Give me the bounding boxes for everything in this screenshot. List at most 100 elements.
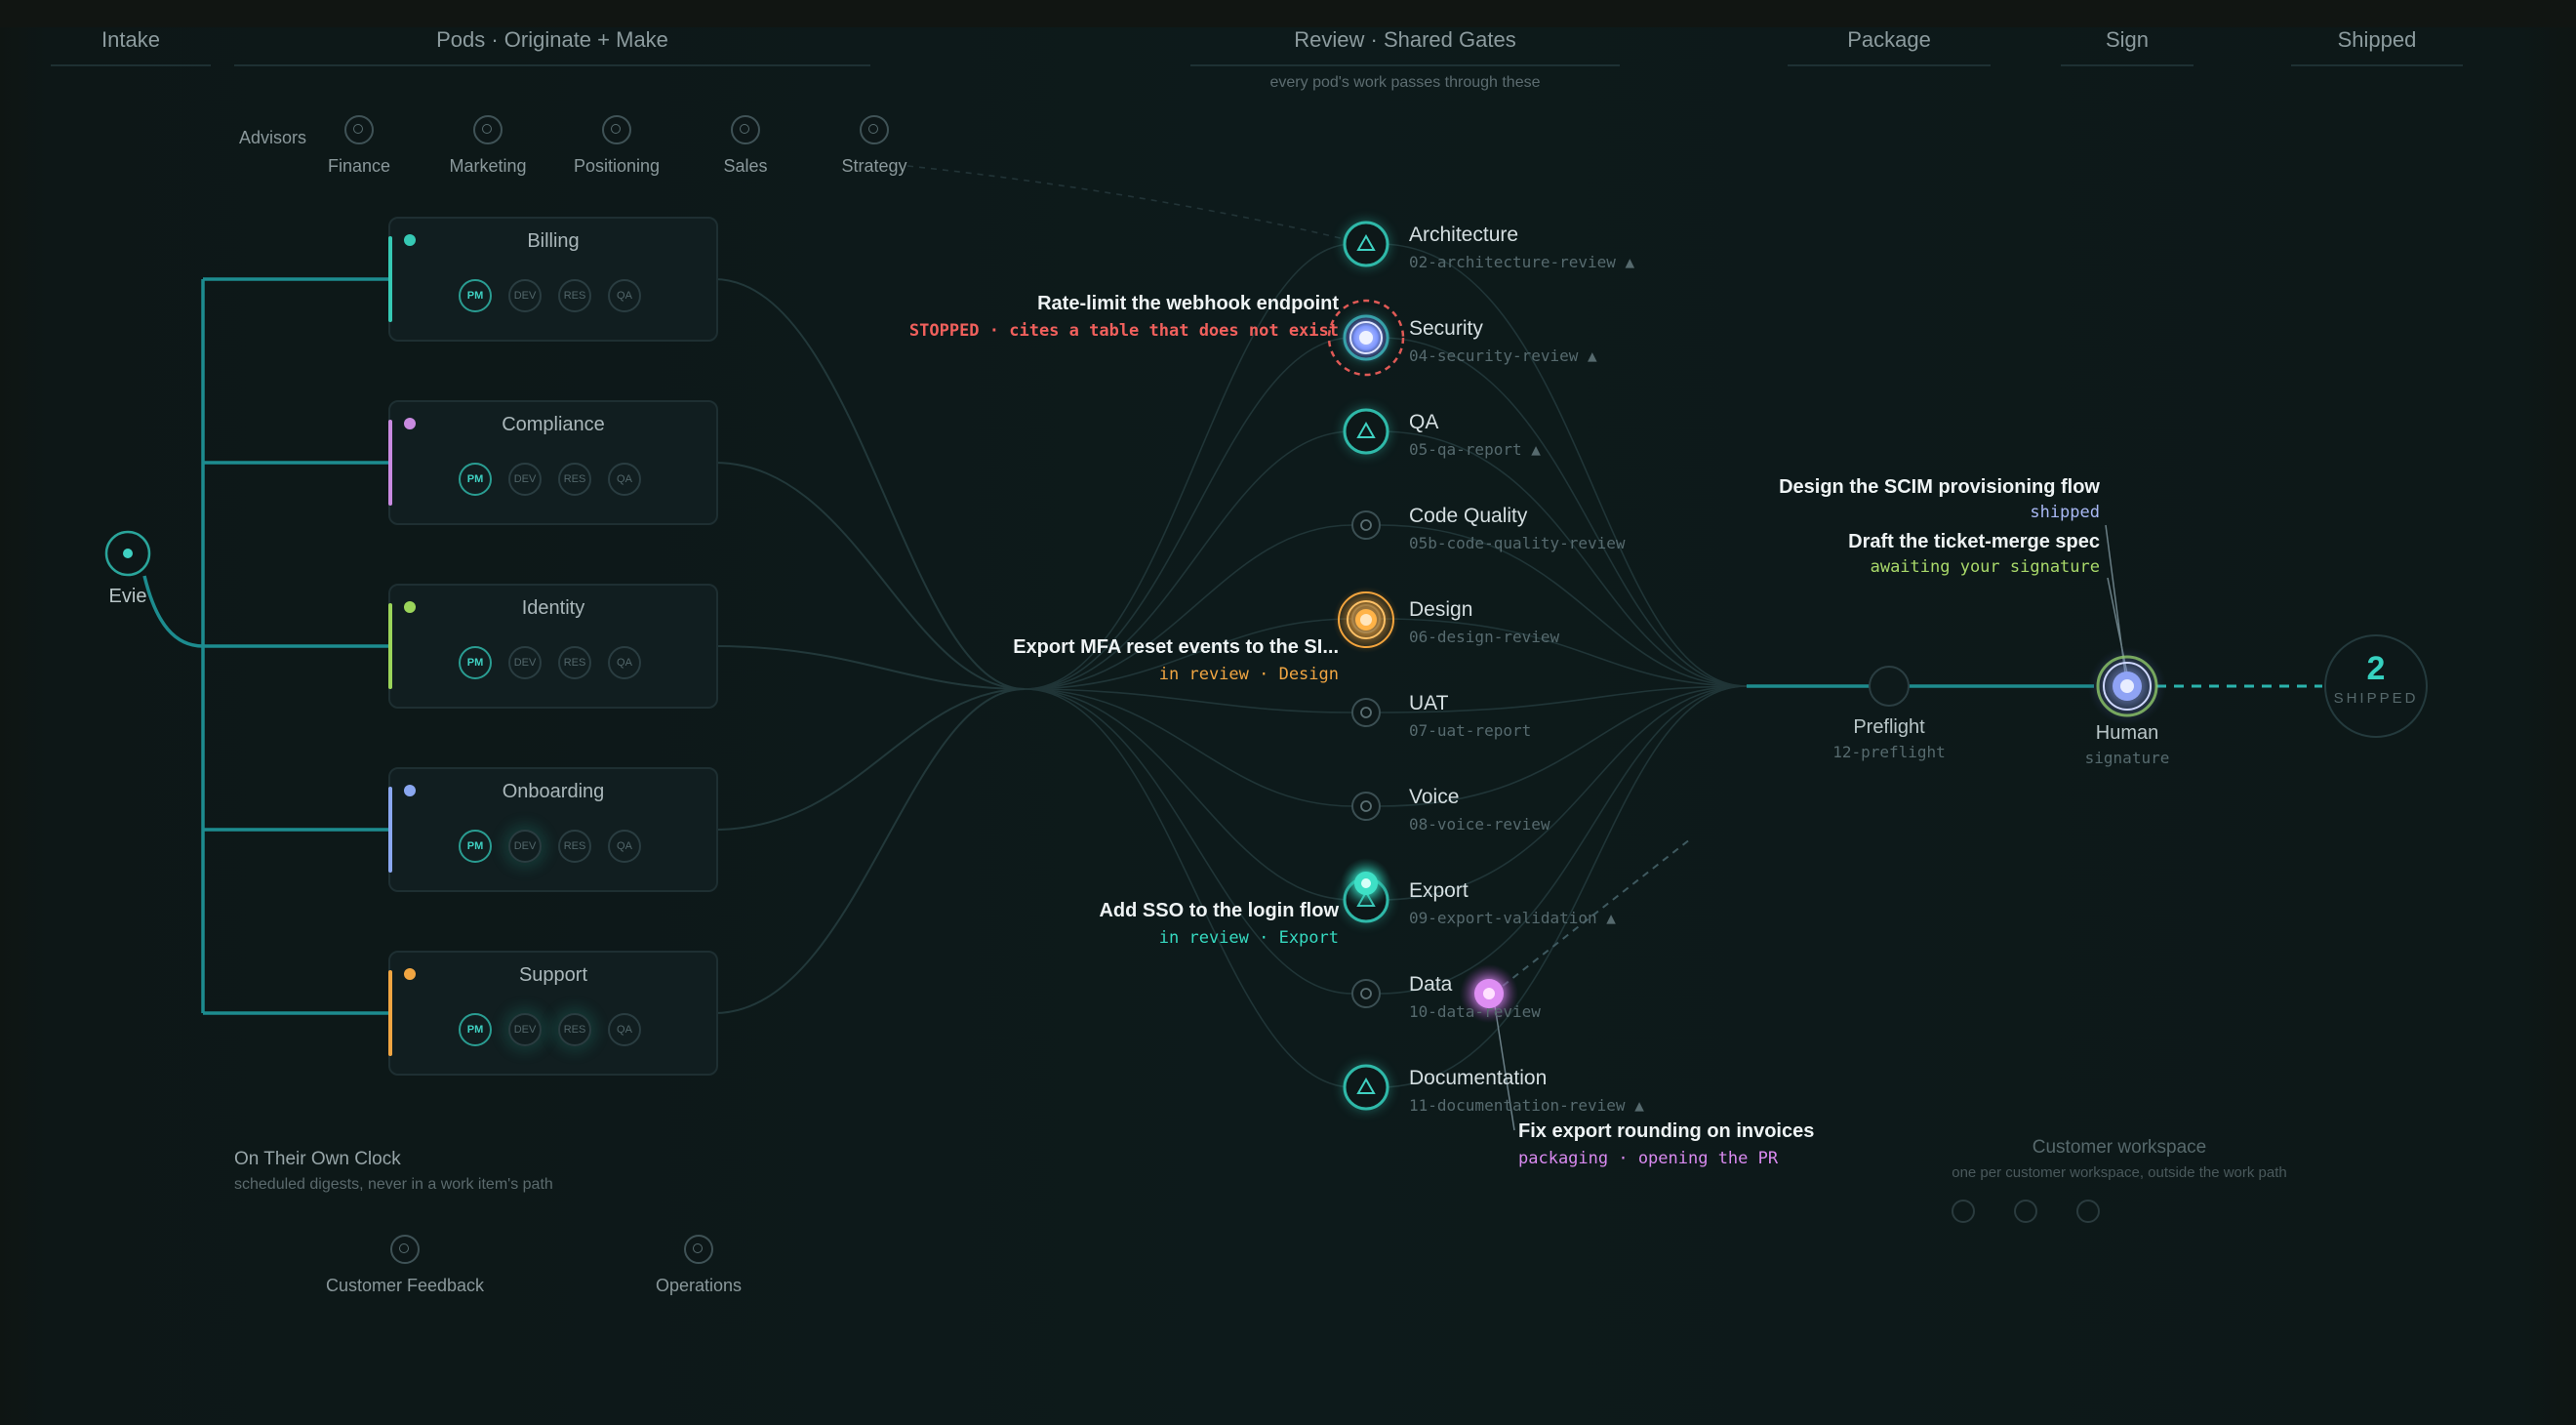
pod-card-compliance[interactable]: Compliance PM DEV RES QA xyxy=(388,400,718,525)
gate-node-data xyxy=(1351,979,1381,1008)
gate-fan-out-wire xyxy=(1379,430,1748,687)
callout-title: Rate-limit the webhook endpoint xyxy=(1037,293,1339,314)
role-qa[interactable]: QA xyxy=(608,1013,641,1046)
role-res[interactable]: RES xyxy=(558,463,591,496)
role-res[interactable]: RES xyxy=(558,1013,591,1046)
callout-status: in review · Design xyxy=(1158,665,1339,684)
callout-status: packaging · opening the PR xyxy=(1518,1149,1779,1168)
gate-node-documentation xyxy=(1343,1064,1389,1111)
advisor-strategy[interactable]: Strategy xyxy=(816,115,933,177)
preflight-label-group: Preflight 12-preflight xyxy=(1832,716,1946,761)
evie-node[interactable] xyxy=(104,530,151,577)
advisor-ring-icon xyxy=(344,115,374,144)
gate-name: Voice xyxy=(1409,786,1460,808)
callout-export-item[interactable]: Add SSO to the login flow in review · Ex… xyxy=(1099,900,1339,948)
advisor-ring-icon xyxy=(731,115,760,144)
role-dev[interactable]: DEV xyxy=(508,1013,542,1046)
human-signature-node[interactable] xyxy=(2088,647,2166,725)
gate-name: Data xyxy=(1409,973,1453,996)
customer-workspace-section: Customer workspace one per customer work… xyxy=(1952,1137,2287,1181)
stage-shipped-title: Shipped xyxy=(2337,27,2417,52)
stage-package-title: Package xyxy=(1847,27,1931,52)
gate-security[interactable]: Security 04-security-review ▲ xyxy=(1409,317,1597,365)
digest-operations[interactable]: Operations xyxy=(601,1235,796,1296)
gate-file: 10-data-review xyxy=(1409,1002,1541,1021)
role-res[interactable]: RES xyxy=(558,830,591,863)
gate-architecture[interactable]: Architecture 02-architecture-review ▲ xyxy=(1409,224,1634,271)
role-pm[interactable]: PM xyxy=(459,830,492,863)
advisor-finance[interactable]: Finance xyxy=(301,115,418,177)
role-dev[interactable]: DEV xyxy=(508,279,542,312)
advisor-marketing[interactable]: Marketing xyxy=(429,115,546,177)
advisor-label: Finance xyxy=(327,156,391,176)
role-qa[interactable]: QA xyxy=(608,463,641,496)
callout-data-item[interactable]: Fix export rounding on invoices packagin… xyxy=(1518,1120,1814,1168)
pod-title: Compliance xyxy=(502,414,605,435)
role-pm[interactable]: PM xyxy=(459,1013,492,1046)
advisor-ring-icon xyxy=(602,115,631,144)
digest-customer-feedback[interactable]: Customer Feedback xyxy=(307,1235,503,1296)
callout-ticket-item[interactable]: Draft the ticket-merge spec awaiting you… xyxy=(1848,531,2100,577)
pod-card-billing[interactable]: Billing PM DEV RES QA xyxy=(388,217,718,342)
gate-file: 05b-code-quality-review xyxy=(1409,534,1626,552)
role-res[interactable]: RES xyxy=(558,279,591,312)
design-orb[interactable] xyxy=(1333,587,1399,653)
advisor-positioning[interactable]: Positioning xyxy=(558,115,675,177)
preflight-node[interactable] xyxy=(1869,666,1910,707)
role-pm[interactable]: PM xyxy=(459,279,492,312)
stage-sign-title: Sign xyxy=(2105,27,2150,52)
workspace-slot-3[interactable] xyxy=(2076,1200,2100,1223)
role-res[interactable]: RES xyxy=(558,646,591,679)
role-dev[interactable]: DEV xyxy=(508,646,542,679)
role-dev[interactable]: DEV xyxy=(508,463,542,496)
gate-voice[interactable]: Voice 08-voice-review xyxy=(1409,786,1550,834)
export-orb[interactable] xyxy=(1341,858,1391,909)
workspace-slot-2[interactable] xyxy=(2014,1200,2037,1223)
gate-file: 04-security-review ▲ xyxy=(1409,346,1597,365)
gate-data[interactable]: Data 10-data-review xyxy=(1409,973,1541,1021)
role-qa[interactable]: QA xyxy=(608,646,641,679)
role-pm[interactable]: PM xyxy=(459,463,492,496)
gate-file: 02-architecture-review ▲ xyxy=(1409,253,1635,271)
role-qa[interactable]: QA xyxy=(608,830,641,863)
callout-security-item[interactable]: Rate-limit the webhook endpoint STOPPED … xyxy=(909,293,1339,341)
gate-file: 06-design-review xyxy=(1409,628,1560,646)
role-pm[interactable]: PM xyxy=(459,646,492,679)
gate-uat[interactable]: UAT 07-uat-report xyxy=(1409,692,1531,740)
callout-design-item[interactable]: Export MFA reset events to the SI... in … xyxy=(1013,636,1339,684)
callout-status: shipped xyxy=(2030,503,2100,522)
workspace-slot-1[interactable] xyxy=(1952,1200,1975,1223)
callout-scim-item[interactable]: Design the SCIM provisioning flow shippe… xyxy=(1779,476,2100,522)
pod-card-identity[interactable]: Identity PM DEV RES QA xyxy=(388,584,718,709)
callout-title: Design the SCIM provisioning flow xyxy=(1779,476,2100,498)
own-clock-subtitle: scheduled digests, never in a work item'… xyxy=(234,1176,553,1193)
preflight-file: 12-preflight xyxy=(1832,743,1946,761)
gate-file: 08-voice-review xyxy=(1409,815,1550,834)
role-qa[interactable]: QA xyxy=(608,279,641,312)
pipeline-canvas: Intake Pods · Originate + Make Review · … xyxy=(0,0,2576,1425)
gate-documentation[interactable]: Documentation 11-documentation-review ▲ xyxy=(1409,1067,1644,1115)
pod-title: Identity xyxy=(521,597,585,619)
gate-design[interactable]: Design 06-design-review xyxy=(1409,598,1559,646)
advisor-sales[interactable]: Sales xyxy=(687,115,804,177)
gate-name: Code Quality xyxy=(1409,505,1528,527)
human-label: Human xyxy=(2095,722,2159,744)
own-clock-section: On Their Own Clock scheduled digests, ne… xyxy=(234,1149,553,1194)
pod-card-onboarding[interactable]: Onboarding PM DEV RES QA xyxy=(388,767,718,892)
pod-card-support[interactable]: Support PM DEV RES QA xyxy=(388,951,718,1076)
digest-ring-icon xyxy=(684,1235,713,1264)
shipped-label: SHIPPED xyxy=(2333,690,2419,707)
role-dev[interactable]: DEV xyxy=(508,830,542,863)
human-label-group: Human signature xyxy=(2085,722,2170,767)
preflight-label: Preflight xyxy=(1853,716,1925,738)
pipeline-wires xyxy=(51,64,2463,1131)
callout-status: in review · Export xyxy=(1158,928,1339,948)
gate-export[interactable]: Export 09-export-validation ▲ xyxy=(1409,879,1616,927)
gate-code-quality[interactable]: Code Quality 05b-code-quality-review xyxy=(1409,505,1626,552)
gate-node-code-quality xyxy=(1351,510,1381,540)
pod-title: Onboarding xyxy=(502,781,605,802)
advisor-label: Sales xyxy=(723,156,768,176)
callout-title: Add SSO to the login flow xyxy=(1099,900,1339,921)
pod-title: Support xyxy=(518,964,588,986)
gate-qa[interactable]: QA 05-qa-report ▲ xyxy=(1409,411,1541,459)
